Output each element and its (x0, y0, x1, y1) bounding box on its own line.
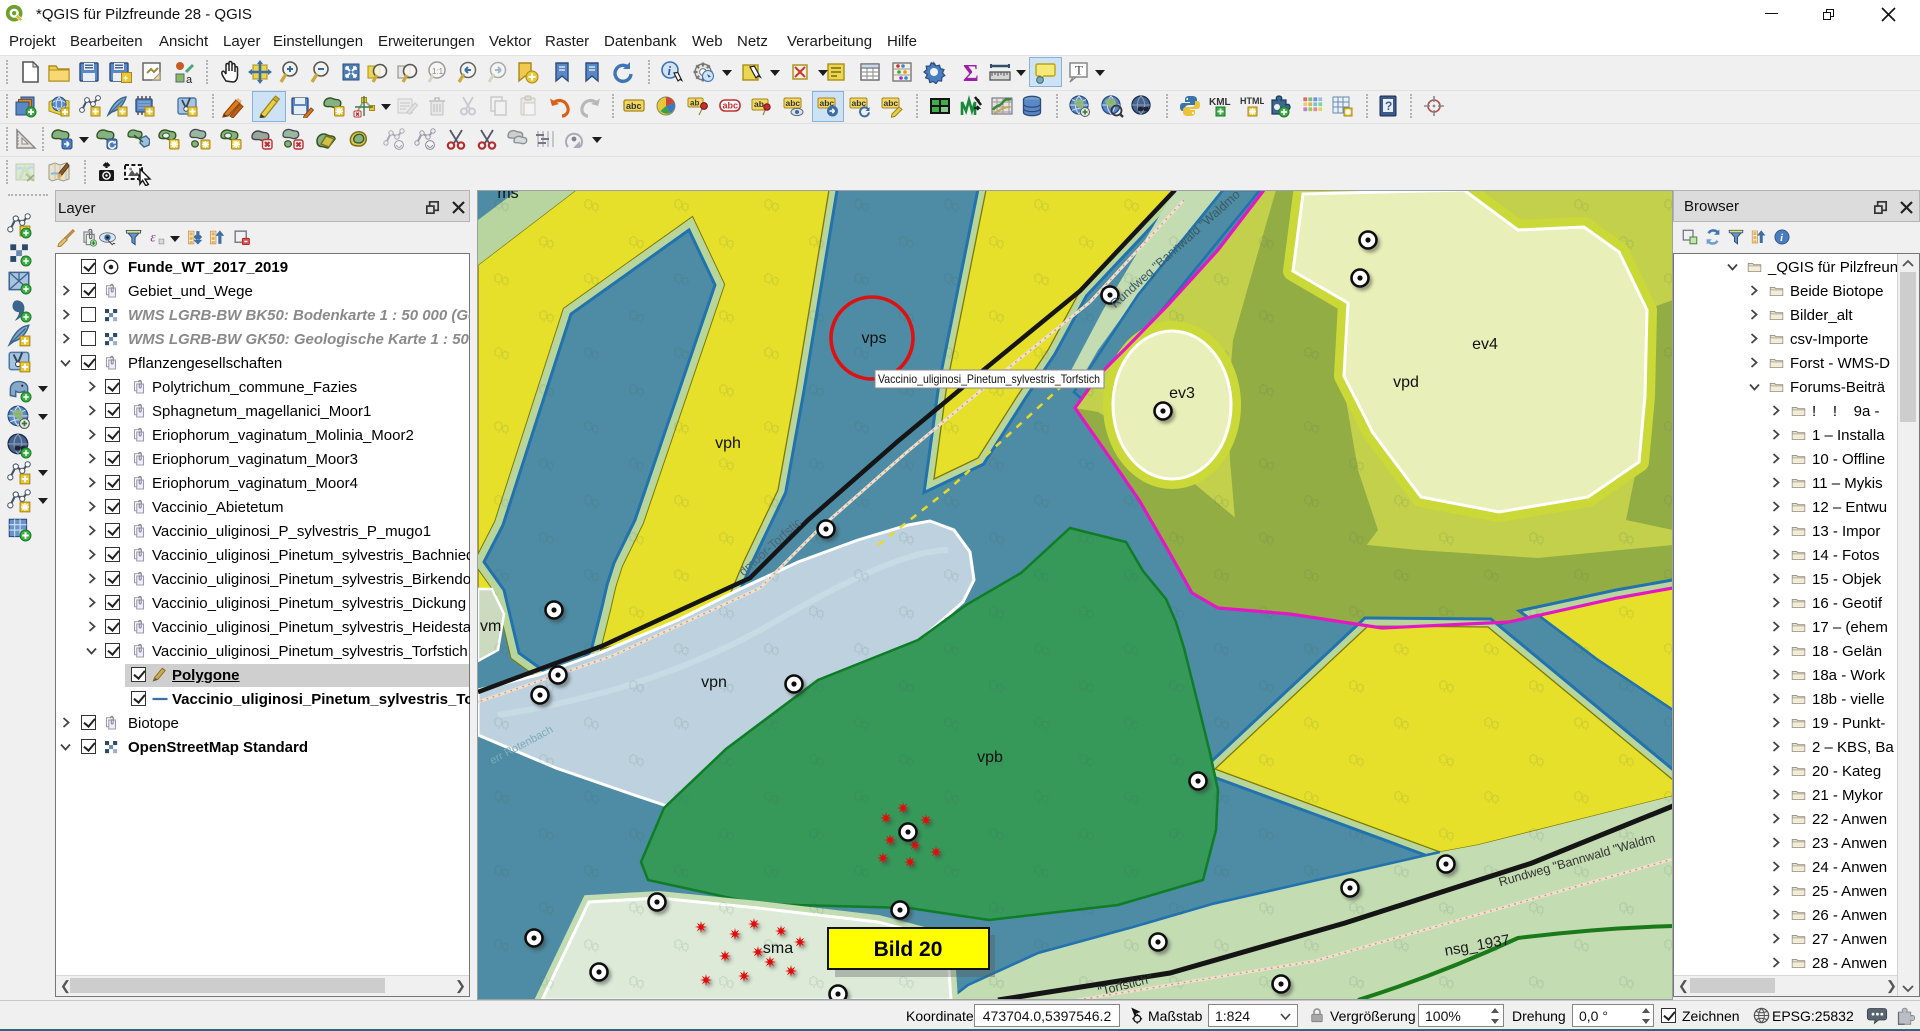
svg-text:vm: vm (480, 618, 501, 635)
svg-text:vpn: vpn (701, 674, 727, 691)
svg-text:Vaccinio_uliginosi_Pinetum_syl: Vaccinio_uliginosi_Pinetum_sylvestris_To… (878, 372, 1100, 386)
svg-text:sma: sma (763, 940, 793, 957)
svg-text:vpb: vpb (977, 749, 1003, 766)
svg-text:vpd: vpd (1393, 374, 1419, 391)
svg-text:ev3: ev3 (1169, 385, 1195, 402)
svg-text:ev4: ev4 (1472, 336, 1498, 353)
svg-text:vps: vps (862, 330, 887, 347)
svg-text:vph: vph (715, 435, 741, 452)
svg-text:ms: ms (497, 190, 518, 202)
svg-text:Bild 20: Bild 20 (874, 938, 943, 961)
